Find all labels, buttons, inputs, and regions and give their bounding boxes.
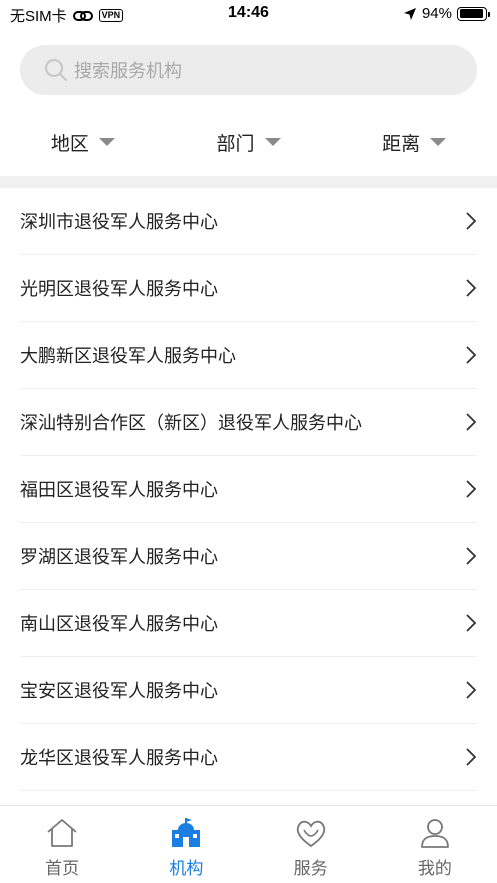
- search-input[interactable]: 搜索服务机构: [20, 45, 477, 95]
- battery-icon: [457, 6, 490, 21]
- tab-institution-label: 机构: [169, 859, 204, 878]
- org-name: 光明区退役军人服务中心: [20, 279, 218, 299]
- chevron-right-icon: [466, 212, 477, 230]
- battery-percent: 94%: [421, 5, 452, 22]
- chevron-right-icon: [466, 547, 477, 565]
- tab-profile[interactable]: 我的: [373, 806, 497, 883]
- org-list: 深圳市退役军人服务中心 光明区退役军人服务中心 大鹏新区退役军人服务中心 深汕特…: [0, 188, 497, 791]
- org-name: 龙华区退役军人服务中心: [20, 748, 218, 768]
- profile-icon: [420, 819, 449, 848]
- search-icon: [44, 58, 68, 82]
- list-item[interactable]: 福田区退役军人服务中心: [20, 456, 477, 523]
- caret-down-icon: [264, 138, 281, 146]
- search-placeholder: 搜索服务机构: [74, 61, 182, 81]
- caret-down-icon: [430, 138, 447, 146]
- filter-distance-label: 距离: [382, 133, 421, 155]
- org-name: 深汕特别合作区（新区）退役军人服务中心: [20, 413, 362, 433]
- filter-bar: 地区 部门 距离: [0, 118, 497, 166]
- filter-distance[interactable]: 距离: [331, 118, 497, 166]
- institution-icon: [172, 818, 201, 847]
- list-item[interactable]: 宝安区退役军人服务中心: [20, 657, 477, 724]
- list-item[interactable]: 龙华区退役军人服务中心: [20, 724, 477, 791]
- org-name: 深圳市退役军人服务中心: [20, 212, 218, 232]
- list-item[interactable]: 南山区退役军人服务中心: [20, 590, 477, 657]
- filter-department-label: 部门: [216, 133, 255, 155]
- section-divider: [0, 176, 497, 188]
- tab-home-label: 首页: [45, 859, 80, 878]
- chevron-right-icon: [466, 413, 477, 431]
- filter-region[interactable]: 地区: [0, 118, 166, 166]
- list-item[interactable]: 光明区退役军人服务中心: [20, 255, 477, 322]
- org-name: 罗湖区退役军人服务中心: [20, 547, 218, 567]
- chevron-right-icon: [466, 346, 477, 364]
- filter-department[interactable]: 部门: [166, 118, 332, 166]
- chevron-right-icon: [466, 279, 477, 297]
- location-arrow-icon: [403, 7, 416, 20]
- list-item[interactable]: 深圳市退役军人服务中心: [20, 188, 477, 255]
- org-name: 大鹏新区退役军人服务中心: [20, 346, 236, 366]
- status-bar: 无SIM卡 VPN 14:46 94%: [0, 0, 497, 30]
- tab-service[interactable]: 服务: [249, 806, 373, 883]
- service-heart-icon: [296, 820, 325, 848]
- tab-profile-label: 我的: [417, 859, 452, 878]
- org-name: 南山区退役军人服务中心: [20, 614, 218, 634]
- tab-service-label: 服务: [293, 859, 328, 878]
- chevron-right-icon: [466, 480, 477, 498]
- chevron-right-icon: [466, 681, 477, 699]
- org-name: 宝安区退役军人服务中心: [20, 681, 218, 701]
- tab-institution[interactable]: 机构: [124, 806, 248, 883]
- chevron-right-icon: [466, 614, 477, 632]
- org-name: 福田区退役军人服务中心: [20, 480, 218, 500]
- tab-bar: 首页 机构 服务 我的: [0, 805, 497, 883]
- home-icon: [47, 819, 77, 847]
- list-item[interactable]: 罗湖区退役军人服务中心: [20, 523, 477, 590]
- caret-down-icon: [98, 138, 115, 146]
- status-right: 94%: [403, 5, 490, 22]
- list-item[interactable]: 深汕特别合作区（新区）退役军人服务中心: [20, 389, 477, 456]
- battery-fill: [459, 9, 483, 18]
- list-item[interactable]: 大鹏新区退役军人服务中心: [20, 322, 477, 389]
- filter-region-label: 地区: [50, 133, 89, 155]
- chevron-right-icon: [466, 748, 477, 766]
- tab-home[interactable]: 首页: [0, 806, 124, 883]
